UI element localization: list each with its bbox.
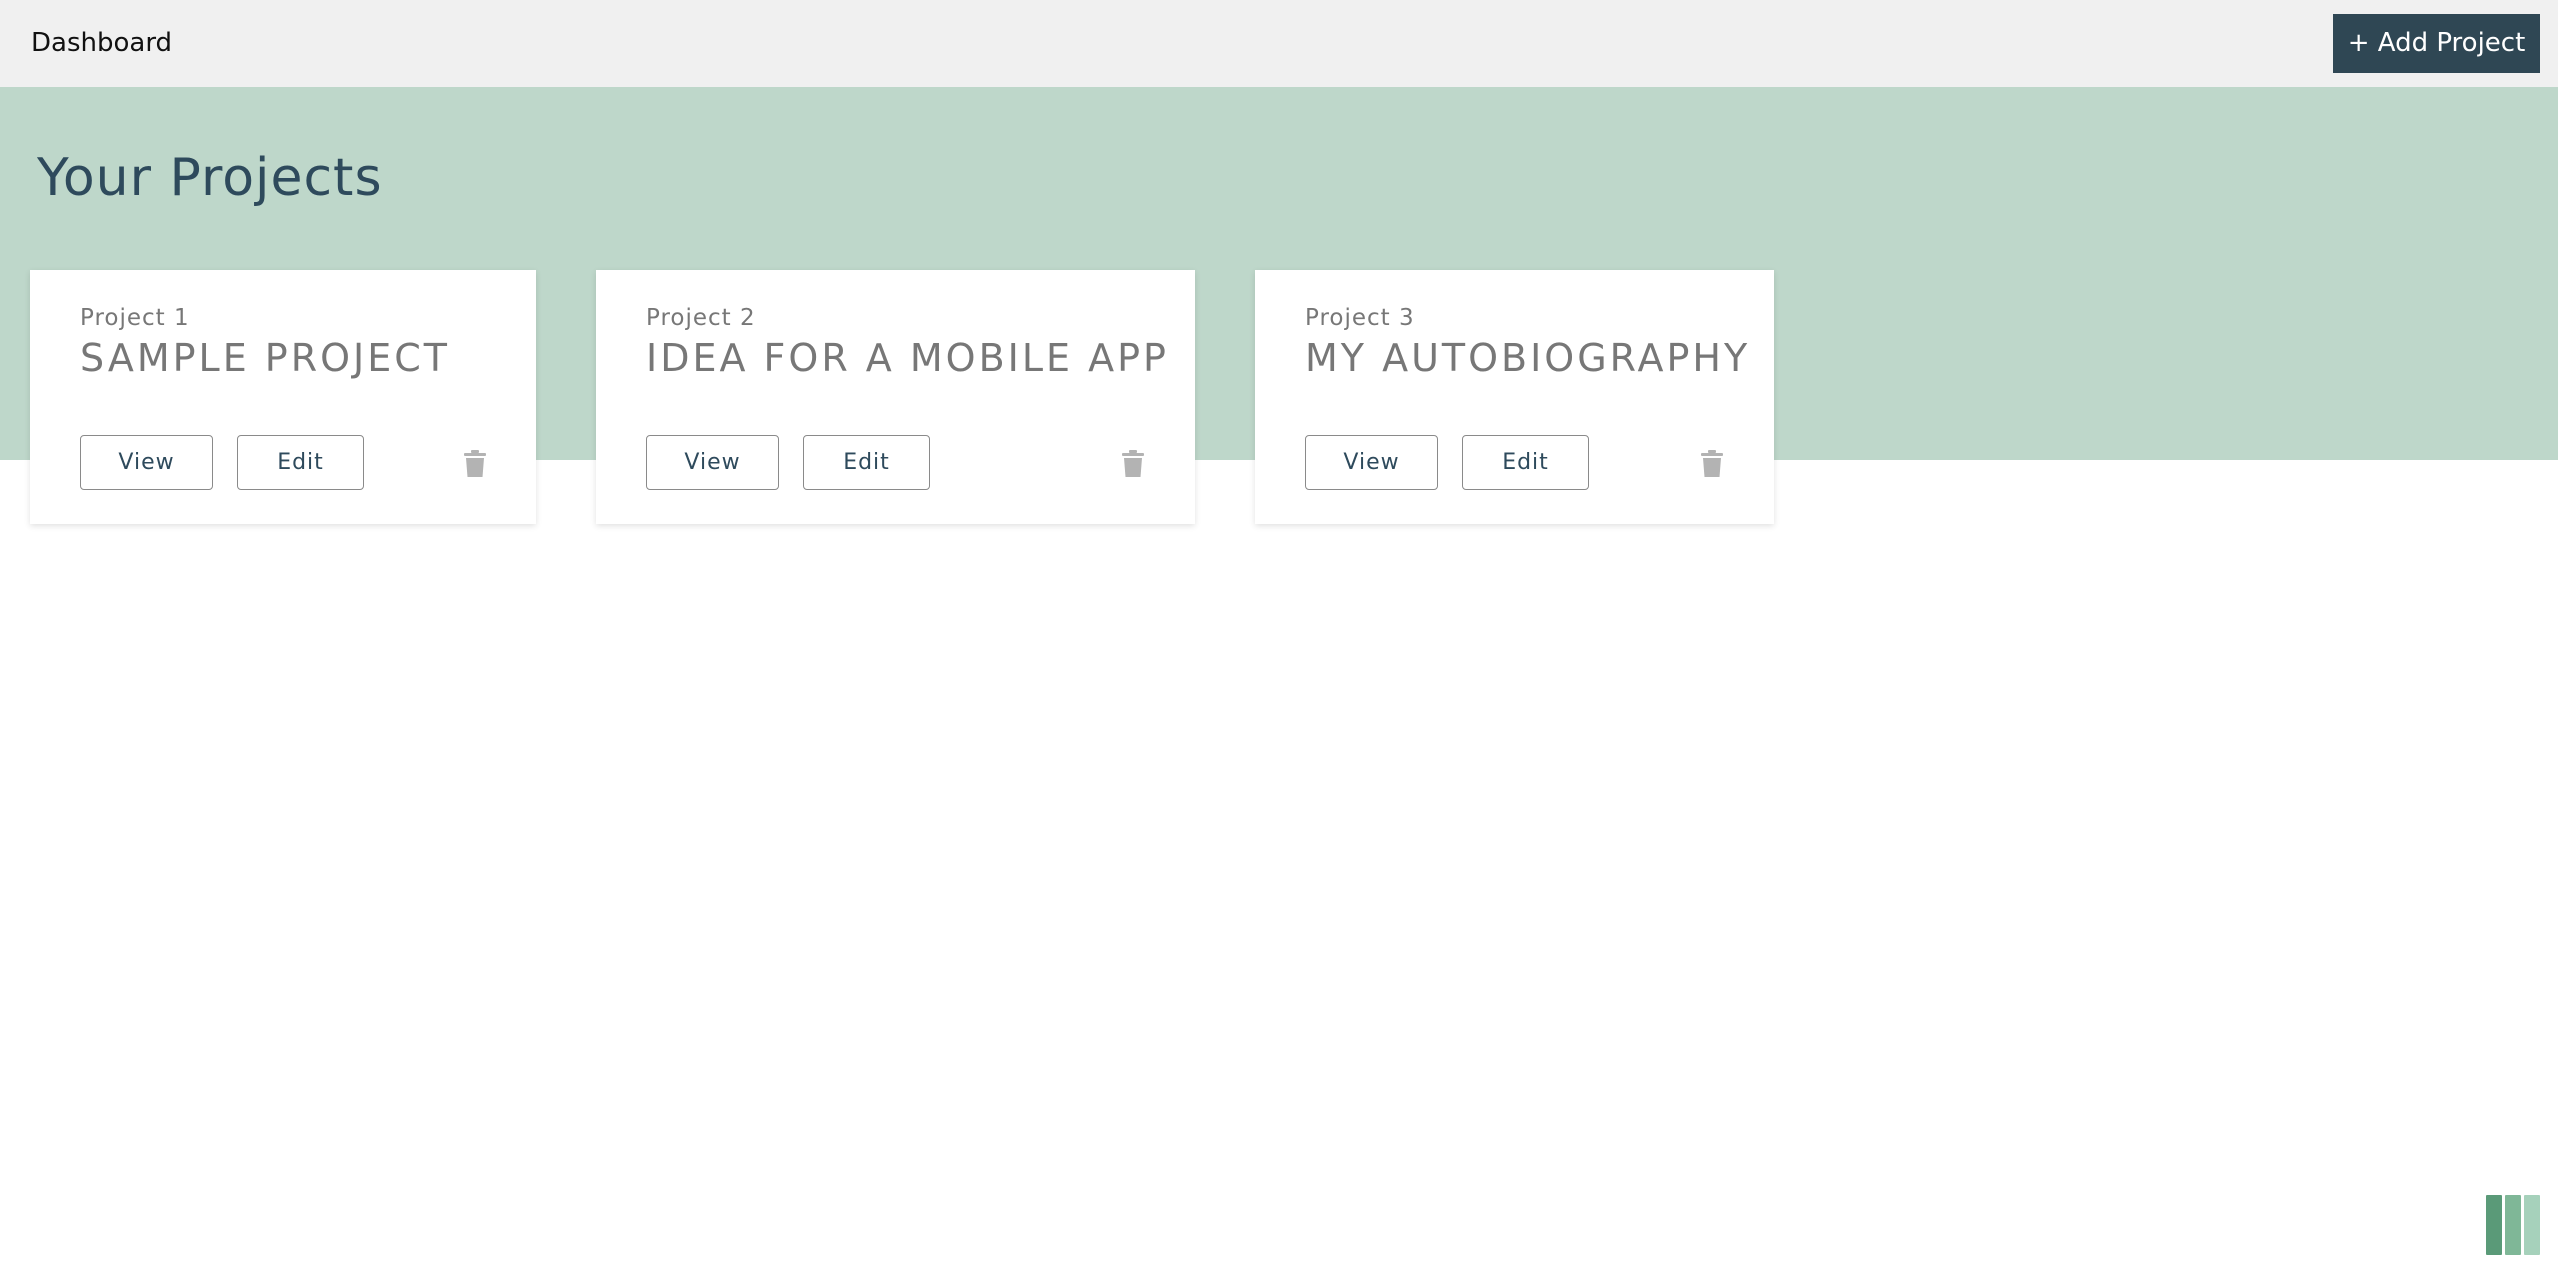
project-card: Project 1 SAMPLE PROJECT View Edit xyxy=(30,270,536,524)
edit-project-button[interactable]: Edit xyxy=(803,435,930,490)
edit-project-button[interactable]: Edit xyxy=(237,435,364,490)
bars-logo-graphic xyxy=(2486,1195,2540,1255)
page-title: Your Projects xyxy=(37,148,383,208)
project-card: Project 3 MY AUTOBIOGRAPHY View Edit xyxy=(1255,270,1774,524)
top-navbar: Dashboard + Add Project xyxy=(0,0,2558,87)
project-number: Project 1 xyxy=(80,305,190,331)
project-title: MY AUTOBIOGRAPHY xyxy=(1305,336,1751,380)
view-project-button[interactable]: View xyxy=(1305,435,1438,490)
trash-icon-graphic xyxy=(1701,450,1723,477)
project-number: Project 3 xyxy=(1305,305,1415,331)
project-title: SAMPLE PROJECT xyxy=(80,336,450,380)
view-project-button[interactable]: View xyxy=(646,435,779,490)
project-title: IDEA FOR A MOBILE APP xyxy=(646,336,1169,380)
view-project-button[interactable]: View xyxy=(80,435,213,490)
project-number: Project 2 xyxy=(646,305,756,331)
trash-icon[interactable] xyxy=(463,450,487,478)
edit-project-button[interactable]: Edit xyxy=(1462,435,1589,490)
add-project-button[interactable]: + Add Project xyxy=(2333,14,2540,73)
bars-logo-icon xyxy=(2486,1195,2542,1255)
dashboard-link[interactable]: Dashboard xyxy=(31,27,172,59)
trash-icon-graphic xyxy=(464,450,486,477)
trash-icon[interactable] xyxy=(1700,450,1724,478)
project-card: Project 2 IDEA FOR A MOBILE APP View Edi… xyxy=(596,270,1195,524)
trash-icon-graphic xyxy=(1122,450,1144,477)
trash-icon[interactable] xyxy=(1121,450,1145,478)
